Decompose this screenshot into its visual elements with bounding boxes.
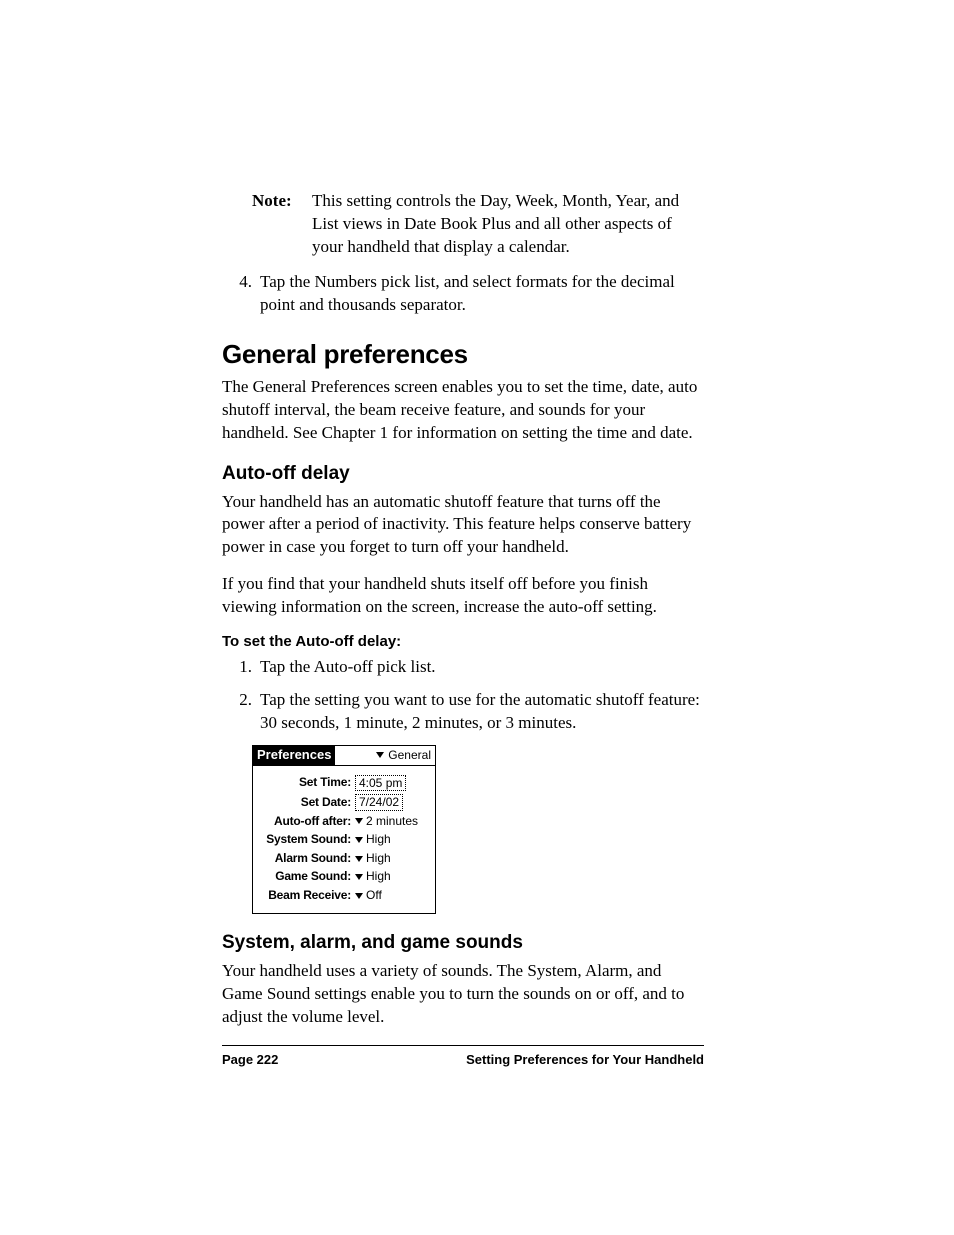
label-beam-receive: Beam Receive:	[259, 888, 355, 904]
note-text: This setting controls the Day, Week, Mon…	[312, 190, 704, 259]
step-text: Tap the Auto-off pick list.	[260, 656, 704, 679]
picker-alarm-sound[interactable]: High	[355, 851, 391, 867]
page: Note: This setting controls the Day, Wee…	[0, 0, 954, 1235]
palm-titlebar: Preferences General	[253, 746, 435, 766]
label-system-sound: System Sound:	[259, 832, 355, 848]
step-text: Tap the setting you want to use for the …	[260, 689, 704, 735]
set-time-field[interactable]: 4:05 pm	[355, 775, 406, 791]
page-footer: Page 222 Setting Preferences for Your Ha…	[222, 1045, 704, 1067]
picker-auto-off[interactable]: 2 minutes	[355, 814, 418, 830]
row-alarm-sound: Alarm Sound: High	[259, 851, 429, 867]
picker-system-sound[interactable]: High	[355, 832, 391, 848]
value-beam-receive: Off	[366, 888, 382, 904]
dropdown-icon	[355, 874, 363, 880]
value-auto-off: 2 minutes	[366, 814, 418, 830]
palm-screenshot: Preferences General Set Time: 4:05 pm Se…	[252, 745, 436, 914]
row-auto-off: Auto-off after: 2 minutes	[259, 814, 429, 830]
dropdown-icon	[376, 752, 384, 758]
dropdown-icon	[355, 893, 363, 899]
value-alarm-sound: High	[366, 851, 391, 867]
value-set-time[interactable]: 4:05 pm	[355, 775, 406, 791]
picker-beam-receive[interactable]: Off	[355, 888, 382, 904]
heading-sounds: System, alarm, and game sounds	[222, 932, 704, 954]
picker-game-sound[interactable]: High	[355, 869, 391, 885]
row-beam-receive: Beam Receive: Off	[259, 888, 429, 904]
proc-step-1: 1. Tap the Auto-off pick list.	[222, 656, 704, 679]
palm-category-label: General	[388, 748, 431, 764]
label-set-time: Set Time:	[259, 775, 355, 791]
set-date-field[interactable]: 7/24/02	[355, 794, 403, 810]
palm-body: Set Time: 4:05 pm Set Date: 7/24/02 Auto…	[253, 766, 435, 904]
label-alarm-sound: Alarm Sound:	[259, 851, 355, 867]
value-system-sound: High	[366, 832, 391, 848]
label-game-sound: Game Sound:	[259, 869, 355, 885]
value-game-sound: High	[366, 869, 391, 885]
auto-off-p1: Your handheld has an automatic shutoff f…	[222, 491, 704, 560]
procedure-heading: To set the Auto-off delay:	[222, 633, 704, 650]
step-4: 4. Tap the Numbers pick list, and select…	[222, 271, 704, 317]
step-number: 2.	[222, 689, 260, 735]
note-row: Note: This setting controls the Day, Wee…	[252, 190, 704, 259]
footer-rule	[222, 1045, 704, 1046]
palm-category-picker[interactable]: General	[376, 748, 435, 764]
footer-chapter-title: Setting Preferences for Your Handheld	[466, 1052, 704, 1067]
row-game-sound: Game Sound: High	[259, 869, 429, 885]
heading-general-preferences: General preferences	[222, 339, 704, 370]
row-system-sound: System Sound: High	[259, 832, 429, 848]
label-auto-off: Auto-off after:	[259, 814, 355, 830]
sounds-p: Your handheld uses a variety of sounds. …	[222, 960, 704, 1029]
dropdown-icon	[355, 837, 363, 843]
palm-title: Preferences	[253, 746, 335, 765]
heading-auto-off-delay: Auto-off delay	[222, 463, 704, 485]
auto-off-p2: If you find that your handheld shuts its…	[222, 573, 704, 619]
row-set-date: Set Date: 7/24/02	[259, 794, 429, 810]
note-label: Note:	[252, 190, 312, 259]
general-intro: The General Preferences screen enables y…	[222, 376, 704, 445]
dropdown-icon	[355, 856, 363, 862]
footer-page-number: Page 222	[222, 1052, 278, 1067]
label-set-date: Set Date:	[259, 795, 355, 811]
row-set-time: Set Time: 4:05 pm	[259, 775, 429, 791]
proc-step-2: 2. Tap the setting you want to use for t…	[222, 689, 704, 735]
step-number: 1.	[222, 656, 260, 679]
step-text: Tap the Numbers pick list, and select fo…	[260, 271, 704, 317]
step-number: 4.	[222, 271, 260, 317]
value-set-date[interactable]: 7/24/02	[355, 794, 403, 810]
dropdown-icon	[355, 818, 363, 824]
